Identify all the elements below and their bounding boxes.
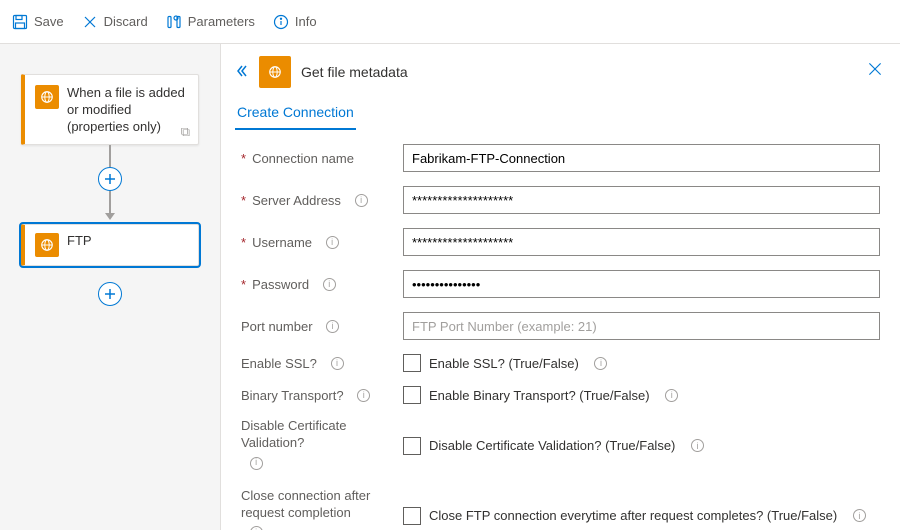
info-label: Info	[295, 14, 317, 29]
ssl-check-label: Enable SSL? (True/False) i	[429, 356, 607, 371]
info-icon[interactable]: i	[326, 320, 339, 333]
info-icon[interactable]: i	[250, 457, 263, 470]
discard-label: Discard	[104, 14, 148, 29]
connection-form: *Connection name *Server Address i *User…	[221, 130, 900, 530]
ftp-icon	[259, 56, 291, 88]
close-button[interactable]	[866, 60, 884, 84]
close-conn-label: Close connection after request completio…	[241, 488, 393, 530]
cert-checkbox[interactable]	[403, 437, 421, 455]
ftp-icon	[35, 233, 59, 257]
arrow-down-icon	[105, 213, 115, 220]
tab-create-connection[interactable]: Create Connection	[235, 96, 356, 130]
action-label: FTP	[67, 233, 92, 257]
close-conn-checkbox[interactable]	[403, 507, 421, 525]
save-icon	[12, 14, 28, 30]
connector-line	[109, 145, 111, 167]
binary-checkbox[interactable]	[403, 386, 421, 404]
trigger-label: When a file is added or modified (proper…	[67, 85, 188, 136]
port-label: Port number i	[241, 319, 393, 334]
info-icon	[273, 14, 289, 30]
parameters-label: Parameters	[188, 14, 255, 29]
info-icon[interactable]: i	[665, 389, 678, 402]
info-icon[interactable]: i	[691, 439, 704, 452]
ssl-label: Enable SSL? i	[241, 356, 393, 371]
toolbar: Save Discard Parameters Info	[0, 0, 900, 44]
trigger-card[interactable]: When a file is added or modified (proper…	[21, 74, 199, 145]
ftp-action-card[interactable]: FTP	[21, 224, 199, 266]
connection-name-label: *Connection name	[241, 151, 393, 166]
add-step-button[interactable]	[98, 167, 122, 191]
password-input[interactable]	[403, 270, 880, 298]
info-button[interactable]: Info	[273, 14, 317, 30]
save-label: Save	[34, 14, 64, 29]
panel-title: Get file metadata	[301, 64, 408, 80]
save-button[interactable]: Save	[12, 14, 64, 30]
main-area: When a file is added or modified (proper…	[0, 44, 900, 530]
port-input[interactable]	[403, 312, 880, 340]
info-icon[interactable]: i	[355, 194, 368, 207]
info-icon[interactable]: i	[323, 278, 336, 291]
server-address-label: *Server Address i	[241, 193, 393, 208]
connector-line	[109, 191, 111, 213]
info-icon[interactable]: i	[326, 236, 339, 249]
panel-header: Get file metadata	[221, 44, 900, 92]
designer-canvas: When a file is added or modified (proper…	[0, 44, 220, 530]
discard-button[interactable]: Discard	[82, 14, 148, 30]
ftp-icon	[35, 85, 59, 109]
username-label: *Username i	[241, 235, 393, 250]
parameters-icon	[166, 14, 182, 30]
username-input[interactable]	[403, 228, 880, 256]
connection-name-input[interactable]	[403, 144, 880, 172]
cert-label: Disable Certificate Validation? i	[241, 418, 393, 474]
info-icon[interactable]: i	[594, 357, 607, 370]
details-panel: Get file metadata Create Connection *Con…	[220, 44, 900, 530]
info-icon[interactable]: i	[250, 526, 263, 530]
server-address-input[interactable]	[403, 186, 880, 214]
add-step-button[interactable]	[98, 282, 122, 306]
info-icon[interactable]: i	[331, 357, 344, 370]
collapse-button[interactable]	[233, 63, 249, 82]
binary-label: Binary Transport? i	[241, 388, 393, 403]
cert-check-label: Disable Certificate Validation? (True/Fa…	[429, 438, 704, 453]
panel-tabs: Create Connection	[221, 96, 900, 130]
info-icon[interactable]: i	[357, 389, 370, 402]
parameters-button[interactable]: Parameters	[166, 14, 255, 30]
info-icon[interactable]: i	[853, 509, 866, 522]
close-conn-check-label: Close FTP connection everytime after req…	[429, 508, 866, 523]
link-icon: ⧉	[181, 124, 190, 140]
ssl-checkbox[interactable]	[403, 354, 421, 372]
discard-icon	[82, 14, 98, 30]
password-label: *Password i	[241, 277, 393, 292]
binary-check-label: Enable Binary Transport? (True/False) i	[429, 388, 678, 403]
